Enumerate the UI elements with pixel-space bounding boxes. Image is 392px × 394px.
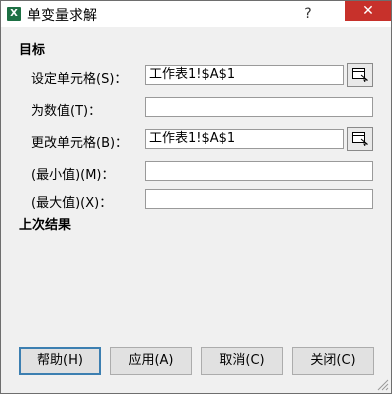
set-cell-range-button[interactable] (347, 63, 373, 87)
max-value-input[interactable] (145, 189, 373, 209)
to-value-label: 为数值(T)： (31, 104, 102, 119)
close-button[interactable]: 关闭(C) (292, 347, 374, 375)
changing-cell-input[interactable]: 工作表1!$A$1 (145, 129, 344, 149)
apply-button[interactable]: 应用(A) (110, 347, 192, 375)
goal-seek-dialog: X 单变量求解 ? ✕ 目标 设定单元格(S)： 工作表1!$A$1 为数值(T… (0, 0, 392, 394)
set-cell-label: 设定单元格(S)： (31, 72, 128, 87)
changing-cell-range-button[interactable] (347, 127, 373, 151)
cancel-button[interactable]: 取消(C) (201, 347, 283, 375)
section-target: 目标 (19, 43, 46, 58)
changing-cell-label: 更改单元格(B)： (31, 136, 129, 151)
to-value-input[interactable] (145, 97, 373, 117)
min-value-label: (最小值)(M)： (31, 168, 115, 183)
dialog-title: 单变量求解 (27, 8, 97, 24)
range-select-icon (352, 68, 368, 82)
set-cell-input[interactable]: 工作表1!$A$1 (145, 65, 344, 85)
help-title-button[interactable]: ? (297, 5, 319, 23)
max-value-label: (最大值)(X)： (31, 196, 113, 211)
close-window-button[interactable]: ✕ (345, 1, 391, 21)
resize-grip-icon[interactable] (375, 377, 389, 391)
section-last-result: 上次结果 (19, 218, 72, 233)
min-value-input[interactable] (145, 161, 373, 181)
title-bar: X 单变量求解 ? ✕ (1, 1, 391, 27)
range-select-icon (352, 132, 368, 146)
excel-icon: X (7, 7, 21, 21)
help-button[interactable]: 帮助(H) (19, 347, 101, 375)
